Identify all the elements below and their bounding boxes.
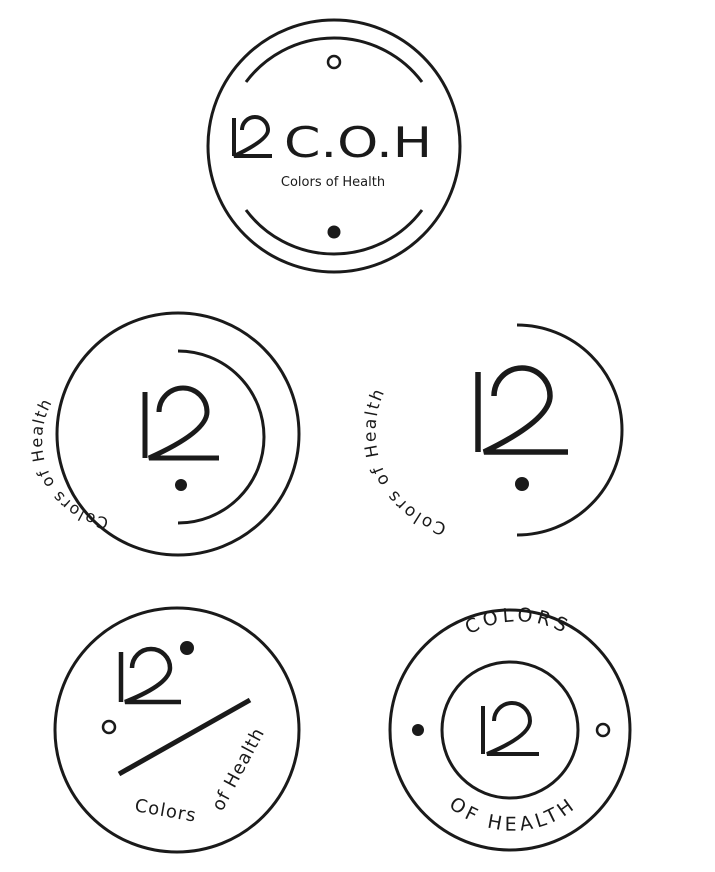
badge-1-wordmark: C.O.H xyxy=(284,118,432,167)
badge-2-curved-text-logo: Colors of Health xyxy=(27,311,301,557)
badge-2-curved-tagline: Colors of Health xyxy=(27,395,110,533)
badge-5-ring-logo: COLORS OF HEALTH xyxy=(388,604,632,852)
badge-3-open-arc-logo: Colors of Health xyxy=(360,323,624,539)
badge-4-tagline-colors: Colors xyxy=(133,795,198,827)
logo-sheet: C.O.H Colors of Health Colors of Health … xyxy=(27,18,632,854)
l2-monogram-icon xyxy=(481,701,539,756)
l2-monogram-icon xyxy=(232,115,272,158)
l2-monogram-icon xyxy=(118,646,181,705)
badge-1-wordmark-logo: C.O.H Colors of Health xyxy=(206,18,462,274)
badge-3-curved-tagline: Colors of Health xyxy=(360,385,448,539)
badge-4-diagonal-logo: Colors of Health xyxy=(53,606,301,854)
l2-monogram-icon xyxy=(475,365,568,455)
badge-1-tagline: Colors of Health xyxy=(281,175,385,190)
badge-4-tagline-health: of Health xyxy=(208,724,269,814)
l2-monogram-icon xyxy=(142,385,219,461)
